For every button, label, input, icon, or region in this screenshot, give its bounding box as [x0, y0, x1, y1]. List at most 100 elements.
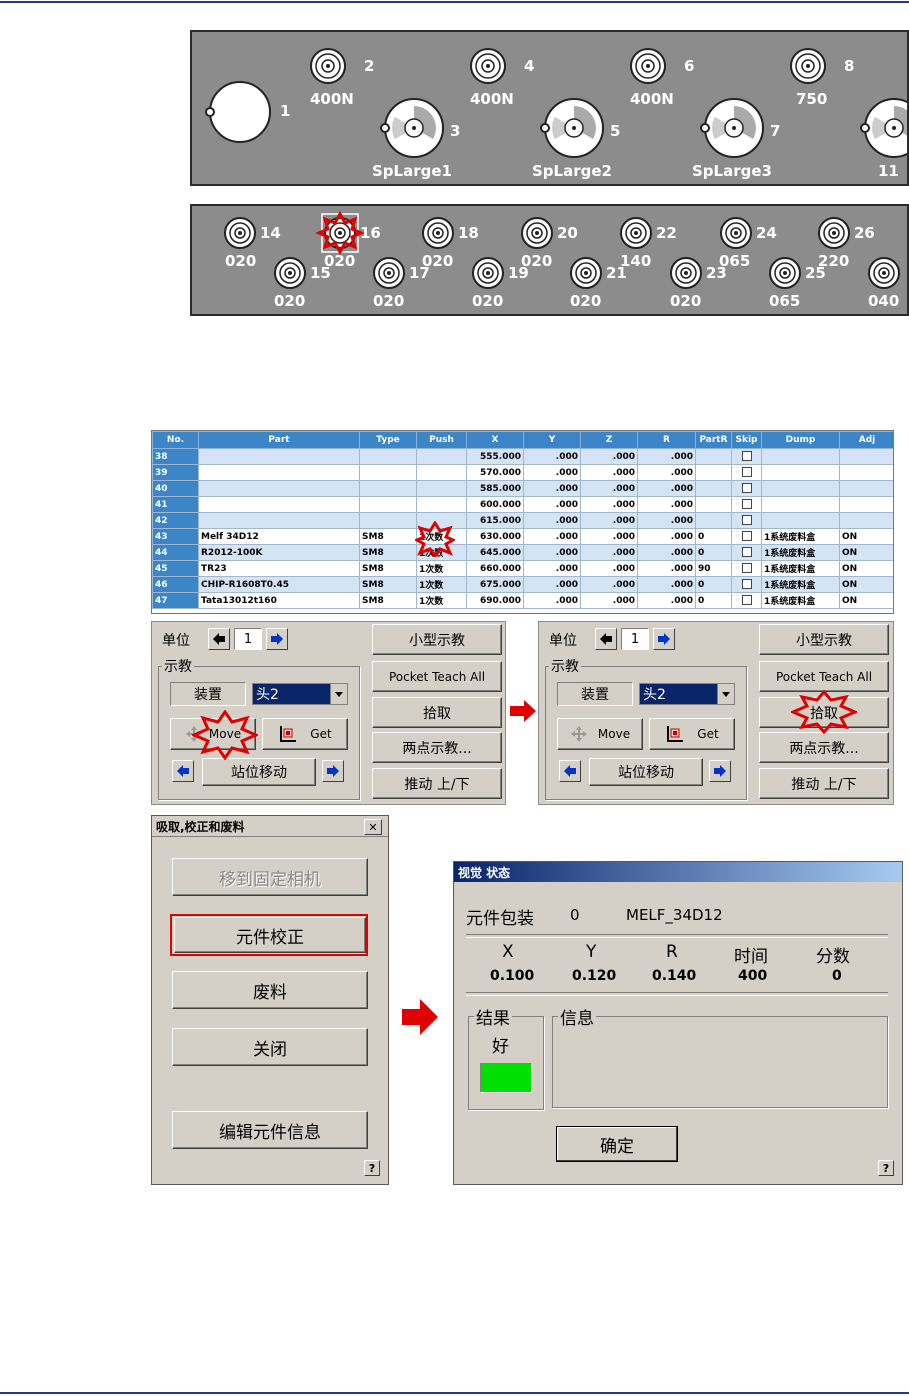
skip-checkbox[interactable]: [741, 515, 752, 526]
skip-checkbox[interactable]: [741, 579, 752, 590]
table-row[interactable]: 42 615.000.000.000.000: [152, 512, 893, 529]
next-unit-button[interactable]: [653, 628, 675, 650]
table-cell: .000: [637, 528, 696, 545]
table-row[interactable]: 47 Tata13012t160 SM8 1次数 690.000.000.000.000…: [152, 592, 893, 609]
two-point-teach-button[interactable]: 两点示教...: [759, 732, 889, 763]
table-row[interactable]: 41 600.000.000.000.000: [152, 496, 893, 513]
table-row[interactable]: 44 R2012-100K SM8 1次数 645.000.000.000.000 0 1系…: [152, 544, 893, 561]
table-row[interactable]: 43 Melf 34D12 SM8 1次数 630.000.000.000.000 0 1系…: [152, 528, 893, 545]
small-teach-button[interactable]: 小型示教: [759, 624, 889, 655]
prev-station-button[interactable]: [559, 760, 581, 782]
feeder-17-icon[interactable]: [373, 257, 405, 289]
feeder-11-icon[interactable]: [860, 98, 909, 158]
col-header[interactable]: Z: [580, 431, 638, 449]
feeder-20-icon[interactable]: [521, 217, 553, 249]
next-unit-button[interactable]: [266, 628, 288, 650]
col-header[interactable]: Part: [198, 431, 360, 449]
feeder-22-icon[interactable]: [620, 217, 652, 249]
col-header[interactable]: No.: [152, 431, 199, 449]
skip-checkbox[interactable]: [741, 467, 752, 478]
station-move-button[interactable]: 站位移动: [589, 758, 703, 786]
teach-panel-left: 单位 1 示教 装置 头2 Move Get 站位移动 小型示教 Pocket …: [151, 621, 506, 805]
get-button[interactable]: Get: [262, 718, 348, 750]
feeder-15-icon[interactable]: [274, 257, 306, 289]
table-cell: 675.000: [466, 576, 524, 593]
feeder-26-icon[interactable]: [818, 217, 850, 249]
col-header[interactable]: Y: [523, 431, 581, 449]
prev-unit-button[interactable]: [208, 628, 230, 650]
calibrate-button[interactable]: 元件校正: [174, 917, 366, 953]
table-row[interactable]: 40 585.000.000.000.000: [152, 480, 893, 497]
table-cell: [198, 480, 360, 497]
head-select[interactable]: 头2: [252, 683, 348, 705]
feeder-2-icon[interactable]: [310, 48, 346, 84]
close-button[interactable]: ✕: [364, 819, 382, 835]
ok-button[interactable]: 确定: [556, 1126, 678, 1162]
table-row[interactable]: 46 CHIP-R1608T0.45 SM8 1次数 675.000.000.000.0…: [152, 576, 893, 593]
feeder-8-icon[interactable]: [790, 48, 826, 84]
skip-checkbox[interactable]: [741, 451, 752, 462]
table-cell: [731, 464, 762, 481]
feeder-16-icon[interactable]: [324, 217, 356, 249]
feeder-27-icon[interactable]: [868, 257, 900, 289]
feeder-num: 6: [684, 57, 695, 75]
feeder-24-icon[interactable]: [720, 217, 752, 249]
col-header[interactable]: Adj: [839, 431, 893, 449]
feeder-14-icon[interactable]: [224, 217, 256, 249]
feeder-3-icon[interactable]: [380, 98, 444, 158]
skip-checkbox[interactable]: [741, 563, 752, 574]
get-button[interactable]: Get: [649, 718, 735, 750]
pocket-teach-all-button[interactable]: Pocket Teach All: [759, 661, 889, 692]
table-row[interactable]: 38 555.000.000.000.000: [152, 448, 893, 465]
table-row[interactable]: 39 570.000.000.000.000: [152, 464, 893, 481]
close-dialog-button[interactable]: 关闭: [172, 1028, 368, 1066]
col-header[interactable]: Type: [359, 431, 417, 449]
skip-checkbox[interactable]: [741, 499, 752, 510]
push-updown-button[interactable]: 推动 上/下: [372, 768, 502, 799]
move-to-camera-button[interactable]: 移到固定相机: [172, 858, 368, 896]
prev-unit-button[interactable]: [595, 628, 617, 650]
table-cell: SM8: [359, 576, 417, 593]
feeder-7-icon[interactable]: [700, 98, 764, 158]
skip-checkbox[interactable]: [741, 595, 752, 606]
two-point-teach-button[interactable]: 两点示教...: [372, 732, 502, 763]
pick-button[interactable]: 拾取: [372, 697, 502, 728]
feeder-5-icon[interactable]: [540, 98, 604, 158]
table-cell: .000: [523, 544, 581, 561]
feeder-tray-1-icon[interactable]: [205, 81, 271, 143]
next-station-button[interactable]: [322, 760, 344, 782]
col-header[interactable]: Skip: [731, 431, 762, 449]
pocket-teach-all-button[interactable]: Pocket Teach All: [372, 661, 502, 692]
feeder-19-icon[interactable]: [472, 257, 504, 289]
feeder-num: 18: [458, 224, 479, 242]
feeder-18-icon[interactable]: [422, 217, 454, 249]
table-cell: .000: [637, 512, 696, 529]
table-cell: [695, 464, 732, 481]
table-row[interactable]: 45 TR23 SM8 1次数 660.000.000.000.000 90 1系统废料盒 O…: [152, 560, 893, 577]
feeder-25-icon[interactable]: [769, 257, 801, 289]
help-button[interactable]: ?: [878, 1160, 894, 1176]
skip-checkbox[interactable]: [741, 531, 752, 542]
feeder-4-icon[interactable]: [470, 48, 506, 84]
waste-button[interactable]: 废料: [172, 971, 368, 1009]
skip-checkbox[interactable]: [741, 483, 752, 494]
col-header[interactable]: Dump: [761, 431, 840, 449]
next-station-button[interactable]: [709, 760, 731, 782]
skip-checkbox[interactable]: [741, 547, 752, 558]
feeder-23-icon[interactable]: [670, 257, 702, 289]
edit-part-info-button[interactable]: 编辑元件信息: [172, 1111, 368, 1149]
col-header[interactable]: PartR: [695, 431, 732, 449]
move-button[interactable]: Move: [557, 718, 643, 750]
col-header[interactable]: R: [637, 431, 696, 449]
feeder-6-icon[interactable]: [630, 48, 666, 84]
col-header[interactable]: Push: [416, 431, 467, 449]
prev-station-button[interactable]: [172, 760, 194, 782]
table-cell: .000: [523, 496, 581, 513]
push-updown-button[interactable]: 推动 上/下: [759, 768, 889, 799]
small-teach-button[interactable]: 小型示教: [372, 624, 502, 655]
help-button[interactable]: ?: [364, 1160, 380, 1176]
station-move-button[interactable]: 站位移动: [202, 758, 316, 786]
col-header[interactable]: X: [466, 431, 524, 449]
head-select[interactable]: 头2: [639, 683, 735, 705]
feeder-21-icon[interactable]: [570, 257, 602, 289]
